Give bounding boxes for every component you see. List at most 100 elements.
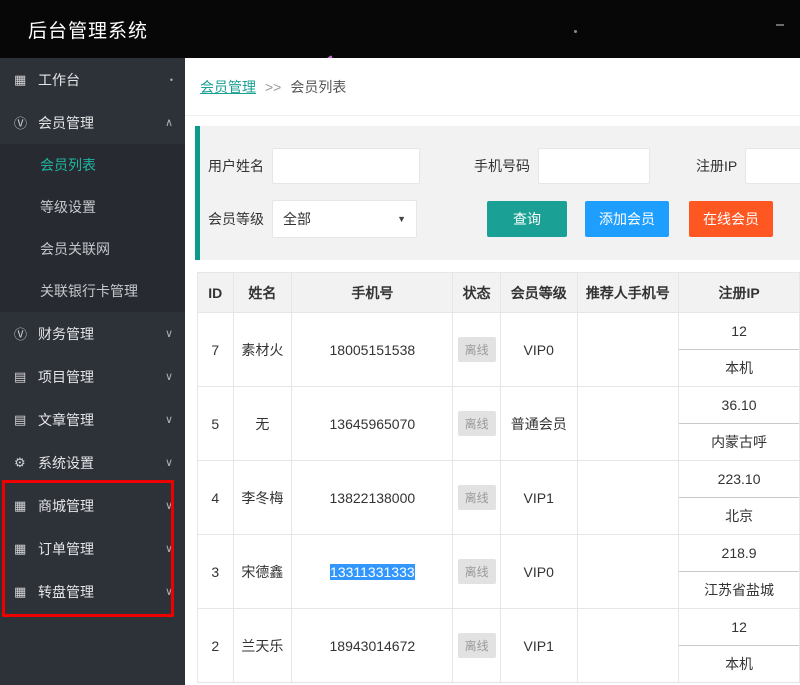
sidebar-item-order-management[interactable]: ▦ 订单管理 ∨ [0,527,185,570]
cell-phone[interactable]: 13645965070 [291,386,454,461]
circle-v-icon: Ⓥ [14,116,28,131]
sidebar-item-member-list[interactable]: 会员列表 [0,144,185,186]
username-label: 用户姓名 [208,158,264,174]
sidebar-item-bank-card-management[interactable]: 关联银行卡管理 [0,270,185,312]
sidebar-item-finance-management[interactable]: Ⓥ 财务管理 ∨ [0,312,185,355]
member-level-select[interactable]: 全部 ▼ [272,200,417,238]
breadcrumb-separator: >> [265,78,282,95]
sidebar-item-level-settings[interactable]: 等级设置 [0,186,185,228]
grid-icon: ▦ [14,71,27,87]
cell-status: 离线 [452,608,501,683]
column-header: 会员等级 [499,272,578,313]
status-badge: 离线 [457,633,496,658]
filter-row-1: 用户姓名 手机号码 注册IP [208,148,800,184]
online-members-button[interactable]: 在线会员 [689,201,773,237]
member-table-wrap: ID 姓名 手机号 状态 会员等级 推荐人手机号 注册IP 7 素材火 18005151538 离… [197,272,800,683]
cell-id: 5 [197,386,234,461]
sidebar-item-system-settings[interactable]: ⚙ 系统设置 ∨ [0,441,185,484]
register-location-value: 本机 [725,656,754,672]
phone-label: 手机号码 [474,158,530,174]
topbar-dash-mark [776,24,784,26]
sidebar-item-label: 项目管理 [38,368,94,385]
cell-status: 离线 [452,534,501,609]
sidebar-item-label: 工作台 [38,71,80,88]
cell-name: 素材火 [232,312,293,387]
chevron-down-icon: ∨ [164,457,173,469]
table-row: 2 兰天乐 18943014672 离线 VIP1 12 本机 [197,608,800,683]
cell-level: 普通会员 [499,386,578,461]
table-row: 5 无 13645965070 离线 普通会员 36.10 内蒙古呼 [197,386,800,461]
register-location-value: 江苏省盐城 [704,582,775,598]
sidebar-item-member-management[interactable]: Ⓥ 会员管理 ∧ [0,101,185,144]
sidebar-item-mall-management[interactable]: ▦ 商城管理 ∨ [0,484,185,527]
cell-level: VIP0 [499,312,578,387]
sidebar-item-label: 文章管理 [38,411,94,428]
cell-phone[interactable]: 13311331333 [291,534,454,609]
main-content: 会员管理 >> 会员列表 用户姓名 手机号码 注册IP 会员等级 全部 ▼ 查询… [185,58,800,685]
register-location-value: 北京 [725,508,754,524]
sidebar-item-label: 系统设置 [38,454,94,471]
cell-referrer [576,534,680,609]
grid-icon: ▦ [14,497,27,513]
sidebar-item-workbench[interactable]: ▦ 工作台 • [0,58,185,101]
cell-id: 7 [197,312,234,387]
cell-referrer [576,608,680,683]
gear-icon: ⚙ [14,454,26,470]
cell-phone[interactable]: 18005151538 [291,312,454,387]
cell-name: 无 [232,386,293,461]
sidebar-item-label: 会员管理 [38,114,94,131]
status-badge: 离线 [457,337,496,362]
chevron-down-icon: ∨ [164,371,173,383]
username-input[interactable] [272,148,420,184]
column-header: 推荐人手机号 [576,272,680,313]
grid-icon: ▦ [14,583,27,599]
register-ip-value: 12 [679,609,799,646]
table-row: 7 素材火 18005151538 离线 VIP0 12 本机 [197,312,800,387]
sidebar-item-label: 商城管理 [38,497,94,514]
cell-register-ip: 223.10 北京 [678,460,800,535]
column-header: 手机号 [291,272,454,313]
cell-status: 离线 [452,312,501,387]
register-ip-label: 注册IP [696,158,738,174]
cell-level: VIP0 [499,534,578,609]
cell-phone[interactable]: 18943014672 [291,608,454,683]
add-member-button[interactable]: 添加会员 [585,201,669,237]
register-ip-input[interactable] [745,148,800,184]
register-ip-value: 218.9 [679,535,799,572]
search-button[interactable]: 查询 [487,201,567,237]
sidebar-item-project-management[interactable]: ▤ 项目管理 ∨ [0,355,185,398]
cell-level: VIP1 [499,460,578,535]
cell-register-ip: 12 本机 [678,312,800,387]
register-location-value: 内蒙古呼 [711,434,768,450]
status-badge: 离线 [457,485,496,510]
phone-input[interactable] [538,148,650,184]
register-ip-value: 12 [679,313,799,350]
member-table: ID 姓名 手机号 状态 会员等级 推荐人手机号 注册IP 7 素材火 18005151538 离… [197,272,800,683]
cell-level: VIP1 [499,608,578,683]
breadcrumb-parent-link[interactable]: 会员管理 [200,77,256,97]
status-badge: 离线 [457,559,496,584]
cell-id: 3 [197,534,234,609]
cell-register-ip: 36.10 内蒙古呼 [678,386,800,461]
cell-referrer [576,386,680,461]
cell-referrer [576,312,680,387]
sidebar-item-wheel-management[interactable]: ▦ 转盘管理 ∨ [0,570,185,613]
selected-text: 13311331333 [330,563,415,580]
column-header: 姓名 [232,272,293,313]
dropdown-arrow-icon: ▼ [397,214,406,224]
status-badge: 离线 [457,411,496,436]
dot-icon: • [169,74,173,85]
breadcrumb: 会员管理 >> 会员列表 [185,58,800,116]
sidebar-item-member-network[interactable]: 会员关联网 [0,228,185,270]
column-header: 注册IP [678,272,800,313]
sidebar-item-article-management[interactable]: ▤ 文章管理 ∨ [0,398,185,441]
sidebar-item-label: 订单管理 [38,540,94,557]
cell-referrer [576,460,680,535]
cell-id: 4 [197,460,234,535]
cell-phone[interactable]: 13822138000 [291,460,454,535]
chevron-down-icon: ∨ [164,500,173,512]
filter-panel: 用户姓名 手机号码 注册IP 会员等级 全部 ▼ 查询 添加会员 在线会员 [195,126,800,260]
member-level-label: 会员等级 [208,211,264,227]
topbar-dot-mark [574,30,577,33]
cell-name: 宋德鑫 [232,534,293,609]
